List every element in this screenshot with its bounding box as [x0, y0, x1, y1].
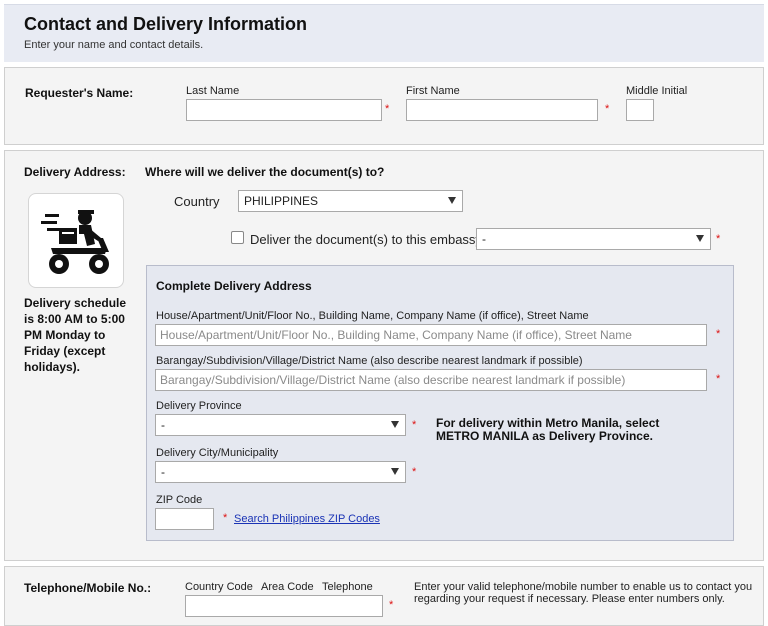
required-mark: *: [412, 419, 417, 431]
province-label: Delivery Province: [156, 400, 242, 412]
required-mark: *: [385, 103, 390, 115]
embassy-checkbox[interactable]: [231, 231, 244, 244]
first-name-label: First Name: [406, 85, 460, 97]
street-label: House/Apartment/Unit/Floor No., Building…: [156, 310, 589, 322]
country-select[interactable]: PHILIPPINES: [238, 190, 463, 212]
delivery-schedule-text: Delivery schedule is 8:00 AM to 5:00 PM …: [24, 296, 127, 374]
chevron-down-icon: [391, 421, 399, 428]
chevron-down-icon: [696, 235, 704, 242]
chevron-down-icon: [391, 468, 399, 475]
middle-initial-input[interactable]: [626, 99, 654, 121]
required-mark: *: [223, 512, 228, 524]
zip-label: ZIP Code: [156, 494, 203, 506]
delivery-question: Where will we deliver the document(s) to…: [145, 165, 385, 179]
required-mark: *: [412, 466, 417, 478]
telephone-label: Telephone/Mobile No.:: [24, 581, 152, 595]
city-label: Delivery City/Municipality: [156, 447, 279, 459]
telephone-input[interactable]: [185, 595, 383, 617]
telephone-sub-label: Telephone: [322, 581, 373, 593]
page-header: Contact and Delivery Information Enter y…: [4, 4, 764, 62]
zip-input[interactable]: [155, 508, 214, 530]
area-code-label: Area Code: [261, 581, 314, 593]
delivery-motorbike-icon: [28, 193, 124, 288]
page-subtitle: Enter your name and contact details.: [24, 39, 204, 51]
embassy-select-value: -: [482, 232, 486, 246]
last-name-label: Last Name: [186, 85, 240, 97]
city-select-value: -: [161, 465, 165, 479]
delivery-address-label: Delivery Address:: [24, 165, 126, 179]
required-mark: *: [716, 233, 721, 245]
page-title: Contact and Delivery Information: [24, 14, 308, 34]
province-note: For delivery within Metro Manila, select…: [436, 416, 660, 443]
country-label: Country: [174, 194, 220, 209]
first-name-input[interactable]: [406, 99, 598, 121]
country-code-label: Country Code: [185, 581, 253, 593]
embassy-checkbox-label: Deliver the document(s) to this embassy: [250, 232, 482, 247]
middle-initial-label: Middle Initial: [626, 85, 688, 97]
barangay-input[interactable]: [155, 369, 707, 391]
requester-name-panel: Requester's Name: Last Name * First Name…: [4, 67, 764, 145]
telephone-note: Enter your valid telephone/mobile number…: [414, 581, 753, 605]
province-select-value: -: [161, 418, 165, 432]
last-name-input[interactable]: [186, 99, 382, 121]
complete-address-title: Complete Delivery Address: [156, 279, 312, 293]
required-mark: *: [716, 328, 721, 340]
barangay-label: Barangay/Subdivision/Village/District Na…: [156, 355, 583, 367]
country-select-value: PHILIPPINES: [244, 194, 319, 208]
province-select[interactable]: -: [155, 414, 406, 436]
required-mark: *: [605, 103, 610, 115]
required-mark: *: [716, 373, 721, 385]
chevron-down-icon: [448, 197, 456, 204]
embassy-select[interactable]: -: [476, 228, 711, 250]
required-mark: *: [389, 599, 394, 611]
search-zip-codes-link[interactable]: Search Philippines ZIP Codes: [234, 513, 380, 525]
city-select[interactable]: -: [155, 461, 406, 483]
requester-name-label: Requester's Name:: [25, 86, 134, 100]
street-input[interactable]: [155, 324, 707, 346]
